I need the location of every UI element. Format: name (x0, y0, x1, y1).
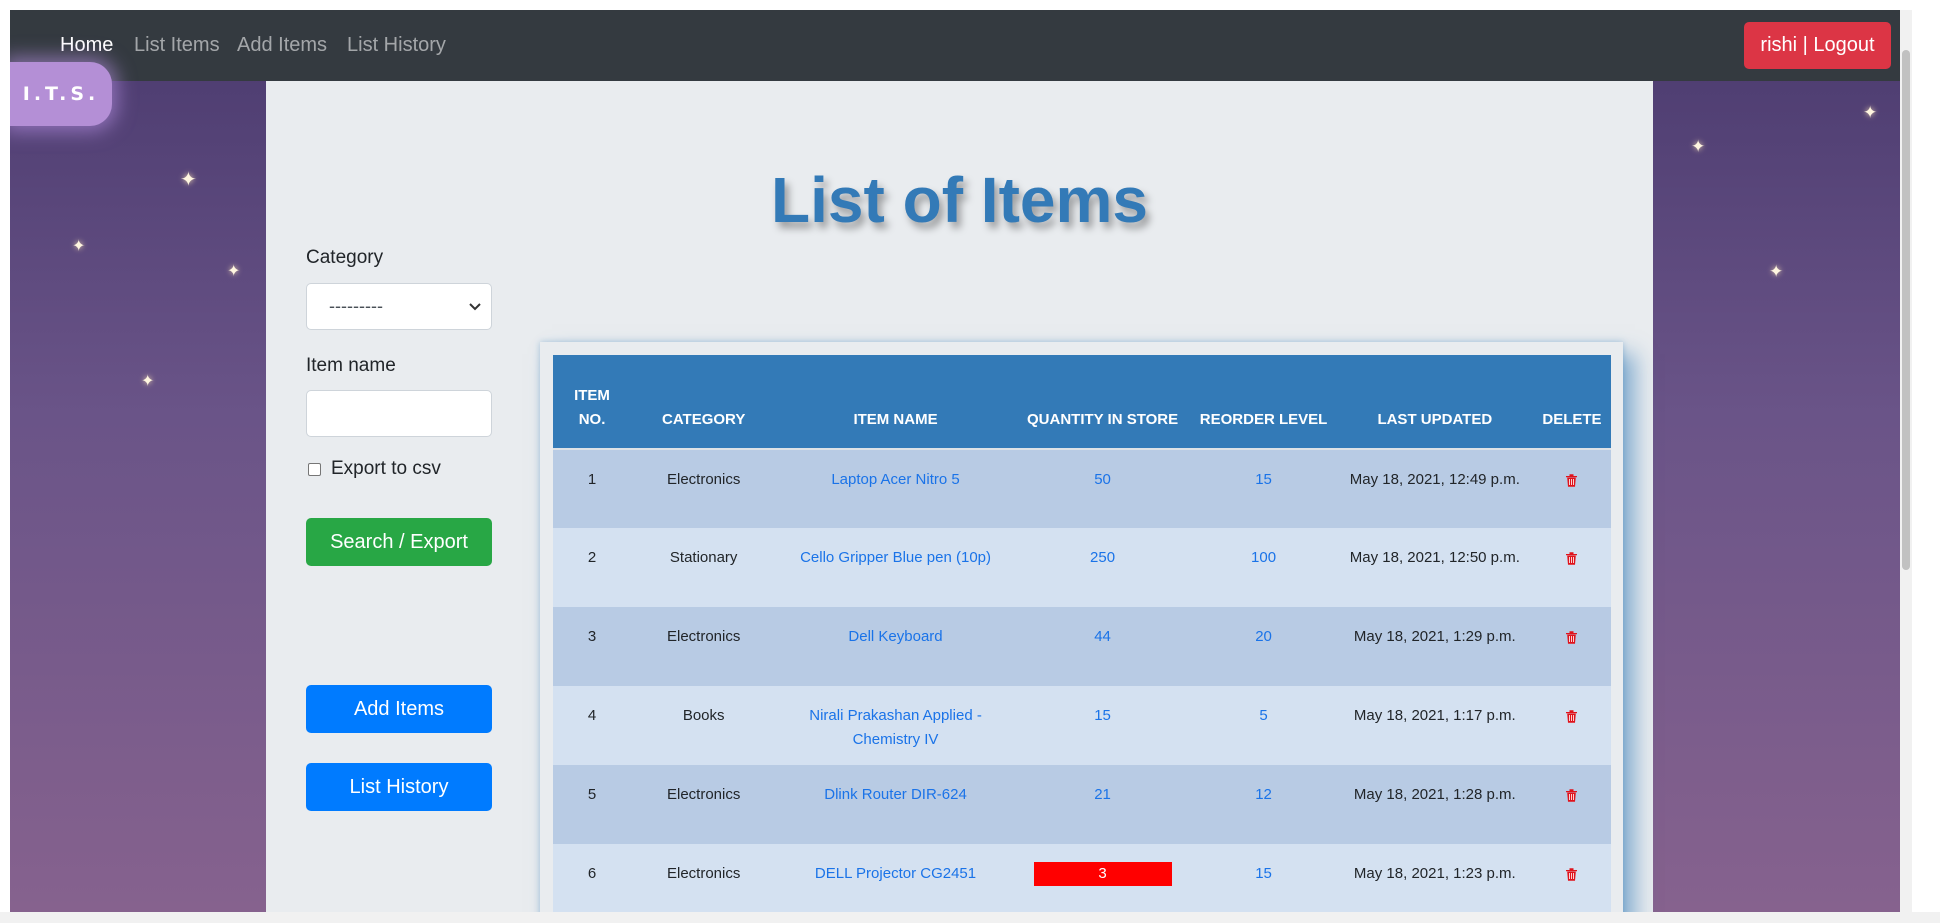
star-decoration-icon: ✦ (180, 169, 197, 191)
item-name-link[interactable]: Dlink Router DIR-624 (776, 765, 1015, 844)
cell-category: Electronics (631, 765, 777, 844)
trash-icon[interactable] (1566, 868, 1578, 881)
cell-category: Electronics (631, 844, 777, 913)
item-name-link[interactable]: DELL Projector CG2451 (776, 844, 1015, 913)
star-decoration-icon: ✦ (1769, 262, 1784, 281)
cell-delete (1532, 765, 1611, 844)
star-decoration-icon: ✦ (1863, 103, 1878, 122)
item-name-input[interactable] (306, 390, 492, 437)
cell-last-updated: May 18, 2021, 1:17 p.m. (1336, 686, 1533, 765)
item-name-link[interactable]: Dell Keyboard (776, 607, 1015, 686)
cell-item-no: 6 (553, 844, 632, 913)
chevron-down-icon (469, 303, 481, 311)
items-table: Item No. Category Item Name Quantity In … (553, 355, 1611, 913)
trash-icon[interactable] (1566, 631, 1578, 644)
export-csv-label: Export to csv (331, 458, 441, 479)
cell-delete (1532, 607, 1611, 686)
logout-button[interactable]: rishi | Logout (1744, 22, 1891, 69)
items-table-card: Item No. Category Item Name Quantity In … (540, 342, 1623, 913)
trash-icon[interactable] (1566, 474, 1578, 487)
cell-last-updated: May 18, 2021, 12:49 p.m. (1336, 449, 1533, 528)
quantity-link[interactable]: 50 (1014, 449, 1191, 528)
header-last-updated: Last Updated (1336, 355, 1533, 450)
scrollbar-thumb[interactable] (1902, 50, 1910, 570)
header-delete: Delete (1532, 355, 1611, 450)
star-decoration-icon: ✦ (72, 238, 86, 255)
vertical-scrollbar[interactable] (1900, 10, 1912, 913)
list-history-button[interactable]: List History (306, 763, 492, 811)
cell-delete (1532, 844, 1611, 913)
star-decoration-icon: ✦ (141, 373, 155, 390)
table-row: 4 Books Nirali Prakashan Applied - Chemi… (553, 686, 1611, 765)
reorder-level-link[interactable]: 12 (1190, 765, 1337, 844)
reorder-level-link[interactable]: 100 (1190, 528, 1337, 607)
cell-item-no: 5 (553, 765, 632, 844)
cell-quantity: 3 (1014, 844, 1191, 913)
cell-category: Stationary (631, 528, 777, 607)
cell-item-no: 3 (553, 607, 632, 686)
trash-icon[interactable] (1566, 552, 1578, 565)
trash-icon[interactable] (1566, 789, 1578, 802)
reorder-level-link[interactable]: 5 (1190, 686, 1337, 765)
item-name-label: Item name (306, 355, 396, 376)
item-name-link[interactable]: Laptop Acer Nitro 5 (776, 449, 1015, 528)
nav-add-items[interactable]: Add Items (237, 34, 327, 57)
reorder-level-link[interactable]: 20 (1190, 607, 1337, 686)
page-title: List of Items (771, 164, 1148, 236)
item-name-link[interactable]: Nirali Prakashan Applied - Chemistry IV (776, 686, 1015, 765)
its-logo[interactable]: I.T.S. (10, 62, 112, 126)
star-decoration-icon: ✦ (1691, 137, 1706, 156)
cell-category: Electronics (631, 607, 777, 686)
table-row: 5 Electronics Dlink Router DIR-624 21 12… (553, 765, 1611, 844)
table-row: 6 Electronics DELL Projector CG2451 3 15… (553, 844, 1611, 913)
cell-last-updated: May 18, 2021, 1:28 p.m. (1336, 765, 1533, 844)
cell-delete (1532, 686, 1611, 765)
quantity-link[interactable]: 250 (1014, 528, 1191, 607)
cell-delete (1532, 528, 1611, 607)
header-category: Category (631, 355, 777, 450)
quantity-link[interactable]: 21 (1014, 765, 1191, 844)
header-item-no: Item No. (553, 355, 632, 450)
quantity-link[interactable]: 15 (1014, 686, 1191, 765)
nav-list-history[interactable]: List History (347, 34, 446, 57)
cell-last-updated: May 18, 2021, 1:23 p.m. (1336, 844, 1533, 913)
cell-last-updated: May 18, 2021, 12:50 p.m. (1336, 528, 1533, 607)
quantity-link[interactable]: 44 (1014, 607, 1191, 686)
category-select[interactable]: --------- (306, 283, 492, 330)
cell-category: Books (631, 686, 777, 765)
main-content: List of Items Category --------- Item na… (266, 81, 1653, 913)
add-items-button[interactable]: Add Items (306, 685, 492, 733)
table-header-row: Item No. Category Item Name Quantity In … (553, 355, 1611, 450)
reorder-level-link[interactable]: 15 (1190, 844, 1337, 913)
search-export-button[interactable]: Search / Export (306, 518, 492, 566)
cell-category: Electronics (631, 449, 777, 528)
cell-item-no: 2 (553, 528, 632, 607)
cell-item-no: 1 (553, 449, 632, 528)
low-stock-quantity-badge[interactable]: 3 (1033, 862, 1172, 886)
cell-delete (1532, 449, 1611, 528)
browser-viewport: ✦ ✦ ✦ ✦ ✦ ✦ ✦ Home List Items Add Items … (10, 10, 1910, 913)
item-name-link[interactable]: Cello Gripper Blue pen (10p) (776, 528, 1015, 607)
cell-last-updated: May 18, 2021, 1:29 p.m. (1336, 607, 1533, 686)
nav-home[interactable]: Home (60, 34, 113, 57)
header-quantity: Quantity In Store (1014, 355, 1191, 450)
header-item-name: Item Name (776, 355, 1015, 450)
nav-list-items[interactable]: List Items (134, 34, 220, 57)
table-row: 1 Electronics Laptop Acer Nitro 5 50 15 … (553, 449, 1611, 528)
cell-item-no: 4 (553, 686, 632, 765)
export-csv-checkbox[interactable] (308, 463, 321, 476)
star-decoration-icon: ✦ (227, 263, 241, 280)
table-row: 3 Electronics Dell Keyboard 44 20 May 18… (553, 607, 1611, 686)
top-navbar: Home List Items Add Items List History r… (10, 10, 1910, 81)
category-label: Category (306, 247, 384, 268)
window-bottom-edge (0, 912, 1940, 923)
header-reorder-level: Reorder Level (1190, 355, 1337, 450)
table-row: 2 Stationary Cello Gripper Blue pen (10p… (553, 528, 1611, 607)
trash-icon[interactable] (1566, 710, 1578, 723)
reorder-level-link[interactable]: 15 (1190, 449, 1337, 528)
category-selected-value: --------- (329, 296, 383, 316)
